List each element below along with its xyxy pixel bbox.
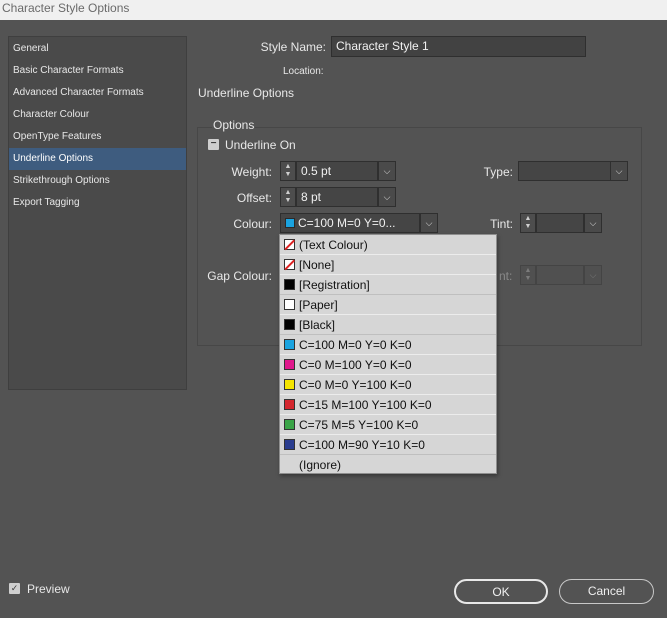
- dropdown-item-none[interactable]: [None]: [280, 255, 496, 275]
- chevron-down-icon: ⌵: [589, 218, 597, 228]
- green-swatch-icon: [284, 419, 295, 430]
- tint-dropdown-button[interactable]: ⌵: [584, 213, 602, 233]
- dropdown-item-black[interactable]: [Black]: [280, 315, 496, 335]
- chevron-up-icon[interactable]: ▲: [524, 215, 532, 222]
- tint-stepper[interactable]: ▲ ▼: [520, 213, 536, 233]
- weight-label: Weight:: [231, 165, 272, 179]
- section-title: Underline Options: [198, 86, 295, 100]
- chevron-down-icon: ⌵: [589, 270, 597, 280]
- type-dropdown-button[interactable]: ⌵: [610, 161, 628, 181]
- type-label: Type:: [483, 165, 513, 179]
- sidebar-item-character-colour[interactable]: Character Colour: [9, 104, 186, 126]
- dropdown-item-label: (Ignore): [299, 458, 342, 472]
- chevron-down-icon[interactable]: ▼: [284, 197, 292, 204]
- dropdown-item-paper[interactable]: [Paper]: [280, 295, 496, 315]
- sidebar-item-underline-options[interactable]: Underline Options: [9, 148, 186, 170]
- dropdown-item-label: [None]: [299, 258, 335, 272]
- chevron-down-icon[interactable]: ▼: [524, 223, 532, 230]
- none-swatch-icon: [284, 239, 295, 250]
- style-name-label: Style Name:: [260, 40, 326, 54]
- chevron-down-icon: ⌵: [383, 192, 391, 202]
- cyan-swatch-icon: [284, 339, 295, 350]
- magenta-swatch-icon: [284, 359, 295, 370]
- ok-button[interactable]: OK: [454, 579, 548, 604]
- blank-swatch-icon: [284, 459, 295, 470]
- gap-tint-dropdown-button[interactable]: ⌵: [584, 265, 602, 285]
- gap-tint-stepper[interactable]: ▲ ▼: [520, 265, 536, 285]
- location-label: Location:: [283, 66, 324, 77]
- chevron-up-icon[interactable]: ▲: [284, 163, 292, 170]
- gap-tint-field[interactable]: [536, 265, 584, 285]
- chevron-up-icon: ▲: [524, 267, 532, 274]
- tint-field[interactable]: [536, 213, 584, 233]
- dropdown-item-red[interactable]: C=15 M=100 Y=100 K=0: [280, 395, 496, 415]
- offset-field[interactable]: 8 pt: [296, 187, 378, 207]
- blue-swatch-icon: [284, 439, 295, 450]
- chevron-down-icon: ▼: [524, 275, 532, 282]
- colour-value: C=100 M=0 Y=0...: [298, 216, 396, 230]
- colour-label: Colour:: [233, 217, 272, 231]
- weight-field[interactable]: 0.5 pt: [296, 161, 378, 181]
- dropdown-item-magenta[interactable]: C=0 M=100 Y=0 K=0: [280, 355, 496, 375]
- sidebar: General Basic Character Formats Advanced…: [8, 36, 187, 390]
- dropdown-item-ignore[interactable]: (Ignore): [280, 455, 496, 475]
- cyan-swatch-icon: [285, 218, 295, 228]
- window-title: Character Style Options: [0, 0, 667, 20]
- cancel-button[interactable]: Cancel: [559, 579, 654, 604]
- sidebar-item-opentype-features[interactable]: OpenType Features: [9, 126, 186, 148]
- dropdown-item-label: (Text Colour): [299, 238, 368, 252]
- dropdown-item-blue[interactable]: C=100 M=90 Y=10 K=0: [280, 435, 496, 455]
- colour-dropdown-button[interactable]: ⌵: [420, 213, 438, 233]
- dropdown-item-label: C=0 M=100 Y=0 K=0: [299, 358, 412, 372]
- dropdown-item-label: C=100 M=0 Y=0 K=0: [299, 338, 412, 352]
- chevron-up-icon[interactable]: ▲: [284, 189, 292, 196]
- underline-on-label: Underline On: [225, 138, 296, 152]
- dropdown-item-label: C=75 M=5 Y=100 K=0: [299, 418, 419, 432]
- preview-checkbox[interactable]: ✓: [9, 583, 20, 594]
- chevron-down-icon[interactable]: ▼: [284, 171, 292, 178]
- weight-dropdown-button[interactable]: ⌵: [378, 161, 396, 181]
- dropdown-item-label: C=0 M=0 Y=100 K=0: [299, 378, 412, 392]
- chevron-down-icon: ⌵: [425, 218, 433, 228]
- dropdown-item-label: [Paper]: [299, 298, 338, 312]
- dropdown-item-label: [Black]: [299, 318, 336, 332]
- sidebar-item-general[interactable]: General: [9, 38, 186, 60]
- dropdown-item-green[interactable]: C=75 M=5 Y=100 K=0: [280, 415, 496, 435]
- red-swatch-icon: [284, 399, 295, 410]
- preview-label: Preview: [27, 582, 70, 596]
- none-swatch-icon: [284, 259, 295, 270]
- offset-label: Offset:: [236, 191, 272, 205]
- paper-swatch-icon: [284, 299, 295, 310]
- offset-stepper[interactable]: ▲ ▼: [280, 187, 296, 207]
- sidebar-item-basic-character-formats[interactable]: Basic Character Formats: [9, 60, 186, 82]
- black-swatch-icon: [284, 319, 295, 330]
- weight-stepper[interactable]: ▲ ▼: [280, 161, 296, 181]
- gap-colour-label: Gap Colour:: [207, 269, 272, 283]
- colour-field[interactable]: C=100 M=0 Y=0...: [280, 213, 420, 233]
- options-title: Options: [212, 118, 256, 132]
- yellow-swatch-icon: [284, 379, 295, 390]
- sidebar-item-advanced-character-formats[interactable]: Advanced Character Formats: [9, 82, 186, 104]
- underline-on-checkbox[interactable]: −: [208, 139, 219, 150]
- registration-swatch-icon: [284, 279, 295, 290]
- dropdown-item-yellow[interactable]: C=0 M=0 Y=100 K=0: [280, 375, 496, 395]
- dropdown-item-label: [Registration]: [299, 278, 370, 292]
- sidebar-item-export-tagging[interactable]: Export Tagging: [9, 192, 186, 214]
- dropdown-item-text-colour[interactable]: (Text Colour): [280, 235, 496, 255]
- colour-dropdown-list[interactable]: (Text Colour) [None] [Registration] [Pap…: [279, 234, 497, 474]
- style-name-input[interactable]: Character Style 1: [331, 36, 586, 57]
- chevron-down-icon: ⌵: [615, 166, 623, 176]
- type-field[interactable]: [518, 161, 611, 181]
- offset-dropdown-button[interactable]: ⌵: [378, 187, 396, 207]
- sidebar-item-strikethrough-options[interactable]: Strikethrough Options: [9, 170, 186, 192]
- dropdown-item-label: C=15 M=100 Y=100 K=0: [299, 398, 432, 412]
- tint-label: Tint:: [490, 217, 513, 231]
- dropdown-item-cyan[interactable]: C=100 M=0 Y=0 K=0: [280, 335, 496, 355]
- chevron-down-icon: ⌵: [383, 166, 391, 176]
- dropdown-item-label: C=100 M=90 Y=10 K=0: [299, 438, 425, 452]
- gap-tint-label: nt:: [499, 269, 513, 283]
- dropdown-item-registration[interactable]: [Registration]: [280, 275, 496, 295]
